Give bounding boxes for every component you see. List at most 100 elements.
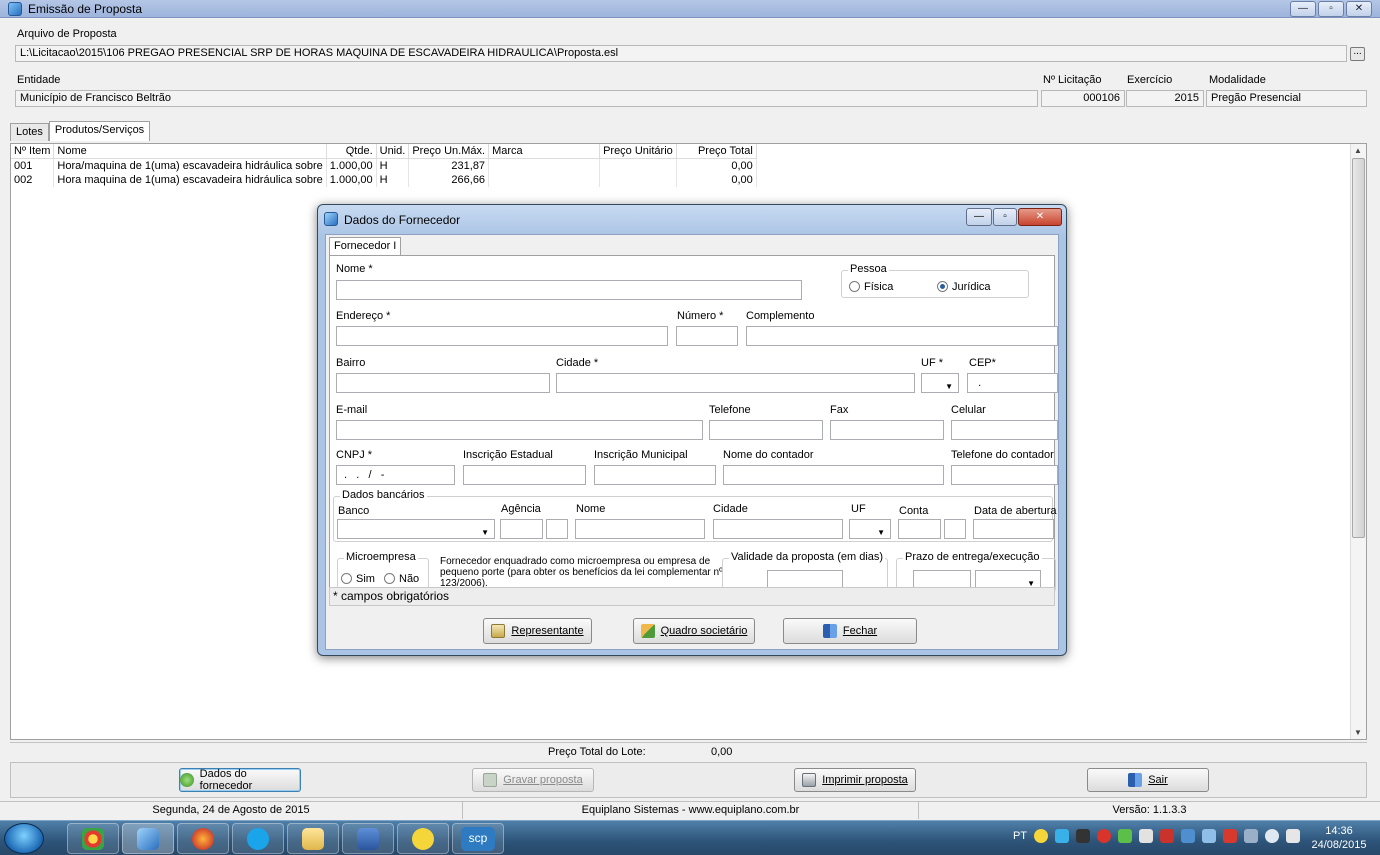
col-preco-max[interactable]: Preço Un.Máx.	[408, 144, 490, 159]
banco-uf-select[interactable]	[849, 519, 891, 542]
taskbar-firefox[interactable]	[177, 823, 229, 854]
tray-security-icon[interactable]	[1076, 829, 1090, 843]
sair-button[interactable]: Sair	[1087, 768, 1209, 792]
table-row[interactable]: 001 Hora/maquina de 1(uma) escavadeira h…	[11, 158, 757, 173]
complemento-label: Complemento	[746, 310, 815, 322]
exit-door-icon	[822, 624, 837, 638]
ie-input[interactable]	[463, 465, 586, 485]
tray-amd-icon[interactable]	[1223, 829, 1237, 843]
radio-fisica[interactable]: Física	[849, 281, 893, 293]
conta-input[interactable]	[898, 519, 941, 539]
agencia-digit-input[interactable]	[546, 519, 568, 539]
cnpj-input[interactable]: . . / -	[336, 465, 455, 485]
tray-gallery-icon[interactable]	[1181, 829, 1195, 843]
telefone-input[interactable]	[709, 420, 823, 440]
col-unid[interactable]: Unid.	[376, 144, 410, 159]
banco-cidade-input[interactable]	[713, 519, 843, 539]
tray-chat-icon[interactable]	[1034, 829, 1048, 843]
refresh-icon	[180, 773, 194, 787]
taskbar-scp[interactable]: scp	[452, 823, 504, 854]
tab-produtos-servicos[interactable]: Produtos/Serviços	[48, 121, 151, 141]
cell-preco-unit[interactable]	[599, 158, 677, 173]
taskbar-chat[interactable]	[397, 823, 449, 854]
prazo-label: Prazo de entrega/execução	[903, 551, 1042, 563]
cep-input[interactable]: .	[967, 373, 1058, 393]
col-marca[interactable]: Marca	[488, 144, 601, 159]
tray-volume-icon[interactable]	[1139, 829, 1153, 843]
cidade-input[interactable]	[556, 373, 915, 393]
close-button[interactable]: ✕	[1346, 1, 1372, 17]
ie-label: Inscrição Estadual	[463, 449, 553, 461]
cell-marca[interactable]	[488, 172, 601, 187]
cell-qtde: 1.000,00	[326, 158, 377, 173]
tray-acrobat-icon[interactable]	[1160, 829, 1174, 843]
abertura-input[interactable]	[973, 519, 1054, 539]
im-input[interactable]	[594, 465, 716, 485]
table-row[interactable]: 002 Hora maquina de 1(uma) escavadeira h…	[11, 172, 757, 187]
tray-update-icon[interactable]	[1118, 829, 1132, 843]
col-item[interactable]: Nº Item	[11, 144, 55, 159]
cell-preco-unit[interactable]	[599, 172, 677, 187]
scroll-down-icon[interactable]: ▼	[1354, 728, 1362, 737]
col-preco-unit[interactable]: Preço Unitário	[599, 144, 677, 159]
bairro-input[interactable]	[336, 373, 550, 393]
scroll-thumb[interactable]	[1352, 158, 1365, 538]
browse-button[interactable]: ...	[1350, 47, 1365, 61]
tray-speaker-icon[interactable]	[1265, 829, 1279, 843]
cell-preco-max: 266,66	[408, 172, 490, 187]
tray-antivirus-icon[interactable]	[1097, 829, 1111, 843]
tab-lotes[interactable]: Lotes	[10, 123, 49, 141]
col-preco-total[interactable]: Preço Total	[676, 144, 757, 159]
dialog-minimize-button[interactable]: —	[966, 208, 992, 226]
scroll-up-icon[interactable]: ▲	[1354, 146, 1362, 155]
tray-flag-icon[interactable]	[1286, 829, 1300, 843]
numero-input[interactable]	[676, 326, 738, 346]
conta-digit-input[interactable]	[944, 519, 966, 539]
taskbar-chrome[interactable]	[67, 823, 119, 854]
agencia-input[interactable]	[500, 519, 543, 539]
endereco-input[interactable]	[336, 326, 668, 346]
arquivo-field[interactable]: L:\Licitacao\2015\106 PREGAO PRESENCIAL …	[15, 45, 1347, 62]
fechar-button[interactable]: Fechar	[783, 618, 917, 644]
imprimir-proposta-button[interactable]: Imprimir proposta	[794, 768, 916, 792]
dialog-maximize-button[interactable]: ▫	[993, 208, 1017, 226]
radio-juridica[interactable]: Jurídica	[937, 281, 991, 293]
contador-input[interactable]	[723, 465, 944, 485]
complemento-input[interactable]	[746, 326, 1058, 346]
radio-sim[interactable]: Sim	[341, 573, 375, 585]
taskbar-proposta[interactable]	[122, 823, 174, 854]
dados-fornecedor-button[interactable]: Dados do fornecedor	[179, 768, 301, 792]
language-indicator[interactable]: PT	[1013, 830, 1027, 842]
minimize-button[interactable]: —	[1290, 1, 1316, 17]
start-button[interactable]	[4, 823, 44, 854]
quadro-societario-button[interactable]: Quadro societário	[633, 618, 755, 644]
representante-button[interactable]: Representante	[483, 618, 592, 644]
tray-network-icon[interactable]	[1055, 829, 1069, 843]
celular-input[interactable]	[951, 420, 1058, 440]
uf-select[interactable]	[921, 373, 959, 396]
tray-display-icon[interactable]	[1244, 829, 1258, 843]
email-input[interactable]	[336, 420, 703, 440]
cell-marca[interactable]	[488, 158, 601, 173]
col-nome[interactable]: Nome	[53, 144, 327, 159]
gravar-proposta-button[interactable]: Gravar proposta	[472, 768, 594, 792]
radio-nao[interactable]: Não	[384, 573, 419, 585]
taskbar-explorer[interactable]	[287, 823, 339, 854]
tab-fornecedor-1[interactable]: Fornecedor I	[329, 237, 402, 256]
banco-select[interactable]	[337, 519, 495, 542]
tray-monitor-icon[interactable]	[1202, 829, 1216, 843]
fax-input[interactable]	[830, 420, 944, 440]
col-qtde[interactable]: Qtde.	[326, 144, 377, 159]
banco-nome-input[interactable]	[575, 519, 705, 539]
taskbar-skype[interactable]	[232, 823, 284, 854]
printer-icon	[802, 773, 817, 787]
clock[interactable]: 14:36 24/08/2015	[1306, 824, 1372, 852]
grid-scrollbar[interactable]: ▲ ▼	[1350, 144, 1366, 739]
nome-input[interactable]	[336, 280, 802, 300]
modalidade-label: Modalidade	[1209, 74, 1266, 86]
dialog-close-button[interactable]: ✕	[1018, 208, 1062, 226]
taskbar-word[interactable]	[342, 823, 394, 854]
cell-item: 001	[11, 158, 55, 173]
maximize-button[interactable]: ▫	[1318, 1, 1344, 17]
tel-contador-input[interactable]	[951, 465, 1058, 485]
